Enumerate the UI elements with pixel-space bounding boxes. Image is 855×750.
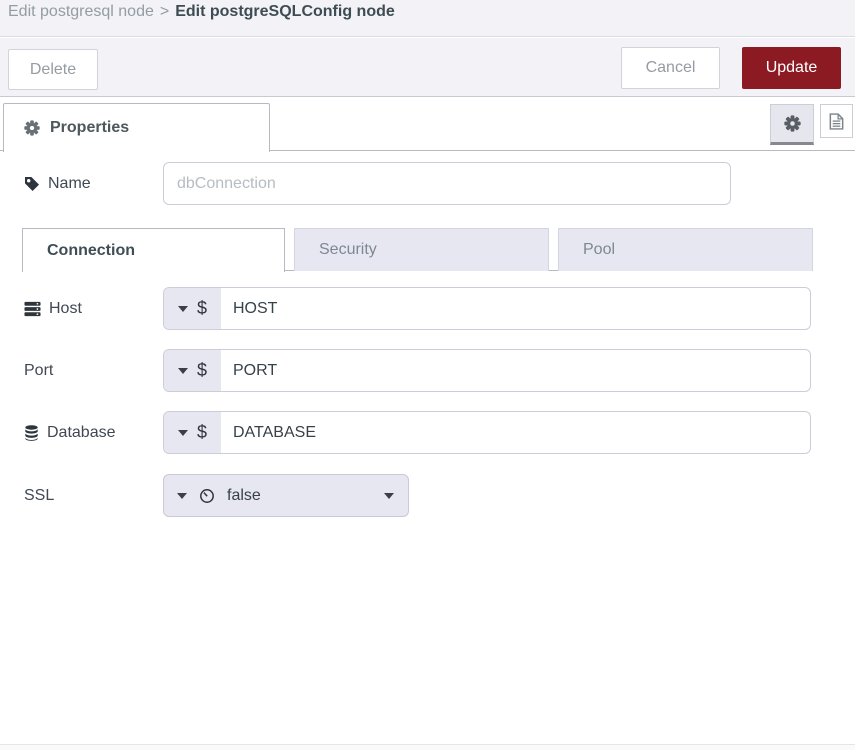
host-label-text: Host xyxy=(49,300,82,318)
tab-properties-label: Properties xyxy=(50,119,129,137)
port-type-select-button[interactable]: $ xyxy=(164,350,221,391)
breadcrumb-parent-link[interactable]: Edit postgresql node xyxy=(8,3,154,21)
env-var-icon: $ xyxy=(197,298,207,319)
breadcrumb-separator: > xyxy=(160,3,169,21)
name-label: Name xyxy=(24,162,91,205)
delete-button[interactable]: Delete xyxy=(8,49,98,90)
breadcrumb: Edit postgresql node > Edit postgreSQLCo… xyxy=(0,0,855,37)
chevron-down-icon xyxy=(178,368,188,374)
port-row: Port $ xyxy=(0,349,855,392)
tab-connection-label: Connection xyxy=(47,242,135,260)
ssl-value: false xyxy=(227,487,372,505)
database-input[interactable] xyxy=(221,412,810,453)
host-typed-input: $ xyxy=(163,287,811,330)
env-var-icon: $ xyxy=(197,422,207,443)
port-label-text: Port xyxy=(24,362,53,380)
tab-pool[interactable]: Pool xyxy=(558,228,813,271)
name-row: Name xyxy=(0,162,855,205)
edit-form: Name Connection Security Pool Host xyxy=(0,151,855,744)
editor-tabbar: Properties xyxy=(0,97,855,151)
gear-icon xyxy=(784,115,801,132)
breadcrumb-current: Edit postgreSQLConfig node xyxy=(175,3,395,21)
ssl-label-text: SSL xyxy=(24,487,54,505)
database-label-text: Database xyxy=(47,424,116,442)
ssl-row: SSL false xyxy=(0,474,855,517)
chevron-down-icon xyxy=(177,493,187,499)
tab-properties[interactable]: Properties xyxy=(3,103,270,152)
database-label: Database xyxy=(24,411,116,454)
chevron-down-icon xyxy=(384,493,394,499)
tab-pool-label: Pool xyxy=(583,241,615,259)
tag-icon xyxy=(24,176,40,192)
host-row: Host $ xyxy=(0,287,855,330)
ssl-dropdown[interactable]: false xyxy=(163,474,409,517)
database-typed-input: $ xyxy=(163,411,811,454)
server-icon xyxy=(24,301,41,317)
edit-properties-button[interactable] xyxy=(770,104,814,145)
chevron-down-icon xyxy=(178,430,188,436)
gear-icon xyxy=(24,120,40,136)
tray-toolbar: Delete Cancel Update xyxy=(0,38,855,97)
tab-connection[interactable]: Connection xyxy=(22,228,285,272)
update-button[interactable]: Update xyxy=(742,47,841,89)
bool-gauge-icon xyxy=(199,488,215,504)
port-label: Port xyxy=(24,349,53,392)
node-description-button[interactable] xyxy=(820,104,853,138)
config-subtabs: Connection Security Pool xyxy=(22,228,813,271)
host-input[interactable] xyxy=(221,288,810,329)
tray-footer xyxy=(0,744,855,750)
host-label: Host xyxy=(24,287,82,330)
tab-security-label: Security xyxy=(319,241,377,259)
chevron-down-icon xyxy=(178,306,188,312)
env-var-icon: $ xyxy=(197,360,207,381)
name-input[interactable] xyxy=(163,162,731,205)
host-type-select-button[interactable]: $ xyxy=(164,288,221,329)
database-type-select-button[interactable]: $ xyxy=(164,412,221,453)
document-icon xyxy=(829,113,844,130)
port-input[interactable] xyxy=(221,350,810,391)
database-row: Database $ xyxy=(0,411,855,454)
ssl-label: SSL xyxy=(24,474,54,517)
name-label-text: Name xyxy=(48,175,91,193)
port-typed-input: $ xyxy=(163,349,811,392)
cancel-button[interactable]: Cancel xyxy=(621,47,720,89)
database-icon xyxy=(24,425,39,441)
tab-security[interactable]: Security xyxy=(294,228,549,271)
